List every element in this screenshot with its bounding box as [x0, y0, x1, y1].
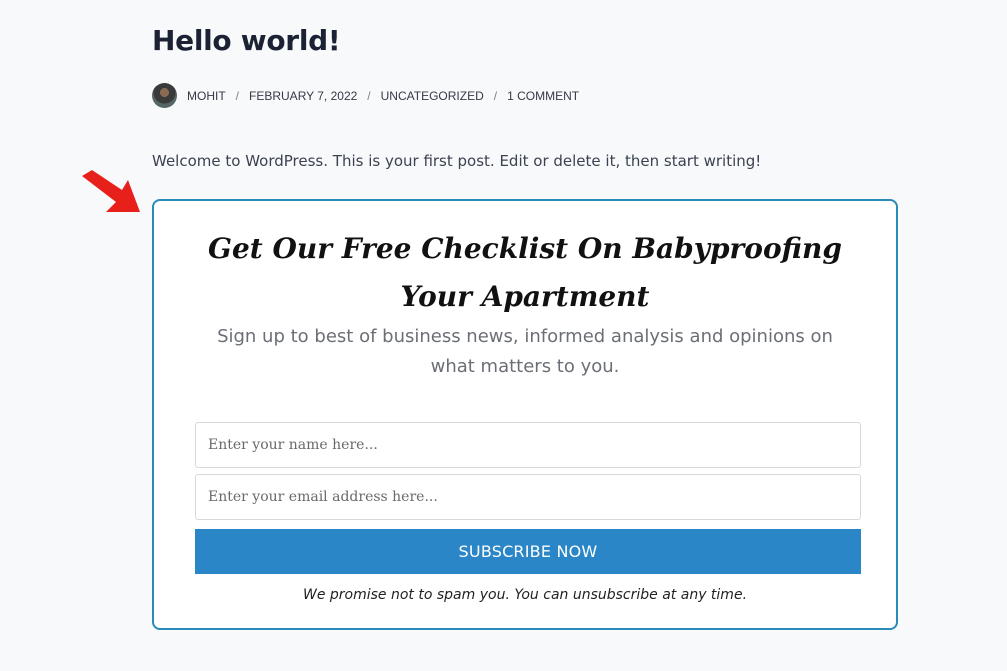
author-avatar[interactable]: [152, 83, 177, 108]
red-arrow-icon: [82, 170, 140, 212]
meta-separator: /: [235, 88, 240, 103]
meta-comments[interactable]: 1 COMMENT: [507, 89, 579, 103]
optin-disclaimer: We promise not to spam you. You can unsu…: [302, 587, 748, 603]
optin-subheading: Sign up to best of business news, inform…: [217, 326, 833, 377]
meta-separator: /: [367, 88, 371, 103]
meta-category[interactable]: UNCATEGORIZED: [381, 89, 484, 103]
name-field[interactable]: [195, 422, 861, 468]
subscribe-button[interactable]: SUBSCRIBE NOW: [195, 529, 861, 574]
meta-separator: /: [493, 88, 498, 103]
email-field[interactable]: [195, 474, 861, 520]
post-title[interactable]: Hello world!: [152, 24, 341, 57]
post-meta: MOHIT / FEBRUARY 7, 2022 / UNCATEGORIZED…: [152, 83, 579, 108]
optin-heading: Get Our Free Checklist On Babyproofing Y…: [208, 232, 842, 313]
meta-author[interactable]: MOHIT: [187, 89, 226, 103]
meta-date: FEBRUARY 7, 2022: [249, 88, 358, 103]
optin-box: Get Our Free Checklist On Babyproofing Y…: [152, 199, 898, 630]
post-intro: Welcome to WordPress. This is your first…: [152, 152, 762, 170]
